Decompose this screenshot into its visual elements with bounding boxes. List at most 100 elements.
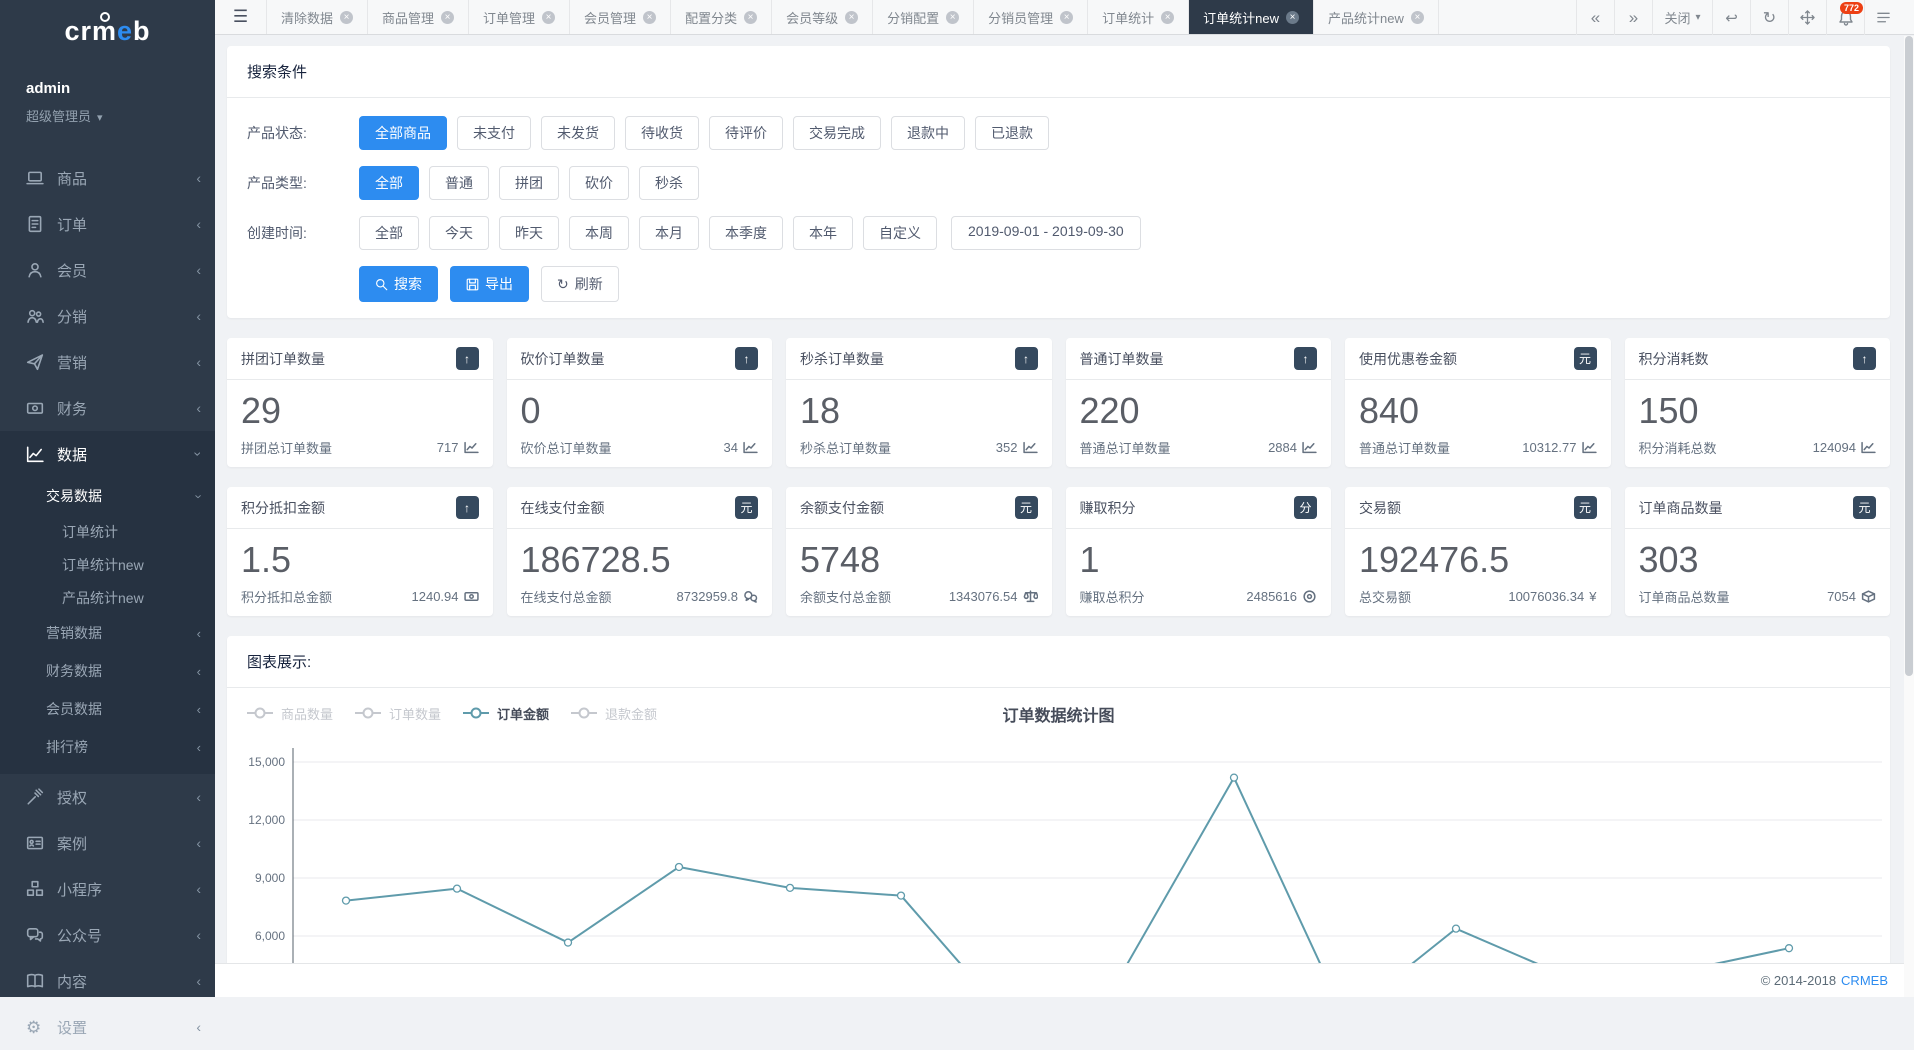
tab-category-config[interactable]: 配置分类	[671, 0, 772, 34]
fullscreen-move-icon[interactable]	[1788, 0, 1826, 35]
tab-order-stats-new[interactable]: 订单统计new	[1189, 0, 1314, 34]
stat-title: 拼团订单数量	[241, 349, 325, 369]
time-option-this-week[interactable]: 本周	[569, 216, 629, 250]
status-option-to-review[interactable]: 待评价	[709, 116, 783, 150]
close-icon[interactable]	[1286, 11, 1299, 24]
tab-order-stats[interactable]: 订单统计	[1088, 0, 1189, 34]
close-icon[interactable]	[340, 11, 353, 24]
status-option-unpaid[interactable]: 未支付	[457, 116, 531, 150]
tab-member-management[interactable]: 会员管理	[570, 0, 671, 34]
sidebar-item-marketing-data[interactable]: 营销数据	[0, 614, 215, 652]
sidebar-item-finance-data[interactable]: 财务数据	[0, 652, 215, 690]
status-option-completed[interactable]: 交易完成	[793, 116, 881, 150]
close-icon[interactable]	[1161, 11, 1174, 24]
notifications-bell[interactable]: 772	[1826, 0, 1864, 35]
tab-distributor-management[interactable]: 分销员管理	[974, 0, 1088, 34]
type-option-groupbuy[interactable]: 拼团	[499, 166, 559, 200]
close-icon[interactable]	[946, 11, 959, 24]
sidebar-item-member-data[interactable]: 会员数据	[0, 690, 215, 728]
tab-label: 产品统计new	[1328, 8, 1404, 27]
tab-label: 订单统计	[1102, 8, 1154, 27]
tab-order-management[interactable]: 订单管理	[469, 0, 570, 34]
sidebar-item-product-stats-new[interactable]: 产品统计new	[0, 581, 215, 614]
status-option-refunded[interactable]: 已退款	[975, 116, 1049, 150]
sidebar-item-label: 分销	[57, 306, 87, 327]
tab-distribution-config[interactable]: 分销配置	[873, 0, 974, 34]
user-role-dropdown[interactable]: 超级管理员	[26, 106, 215, 125]
status-option-unshipped[interactable]: 未发货	[541, 116, 615, 150]
time-option-this-month[interactable]: 本月	[639, 216, 699, 250]
sidebar-item-finance[interactable]: 财务	[0, 385, 215, 431]
sidebar-item-orders[interactable]: 订单	[0, 201, 215, 247]
hamburger-menu-icon[interactable]	[215, 0, 267, 34]
sidebar-item-ranking[interactable]: 排行榜	[0, 728, 215, 766]
logo-text-ring: m	[92, 16, 117, 47]
tab-goods-management[interactable]: 商品管理	[368, 0, 469, 34]
type-option-normal[interactable]: 普通	[429, 166, 489, 200]
user-icon	[26, 261, 44, 279]
sidebar-item-content[interactable]: 内容	[0, 958, 215, 1004]
sidebar-item-order-stats-new[interactable]: 订单统计new	[0, 548, 215, 581]
sidebar-item-members[interactable]: 会员	[0, 247, 215, 293]
refresh-button[interactable]: 刷新	[541, 266, 619, 302]
close-icon[interactable]	[1060, 11, 1073, 24]
stat-footer-label: 订单商品总数量	[1639, 587, 1730, 606]
tab-member-level[interactable]: 会员等级	[772, 0, 873, 34]
scrollbar-thumb[interactable]	[1905, 36, 1913, 676]
book-icon	[26, 972, 44, 990]
stat-value: 192476.5	[1359, 537, 1597, 583]
sidebar-item-authorization[interactable]: 授权	[0, 774, 215, 820]
close-icon[interactable]	[441, 11, 454, 24]
export-button[interactable]: 导出	[450, 266, 529, 302]
close-icon[interactable]	[744, 11, 757, 24]
status-option-all[interactable]: 全部商品	[359, 116, 447, 150]
scroll-tabs-left-icon[interactable]	[1576, 0, 1614, 35]
sidebar-item-miniprogram[interactable]: 小程序	[0, 866, 215, 912]
close-tabs-dropdown[interactable]: 关闭	[1652, 0, 1712, 35]
sidebar-item-settings[interactable]: ⚙ 设置	[0, 1004, 215, 1050]
time-option-custom[interactable]: 自定义	[863, 216, 937, 250]
sidebar-item-trade-data[interactable]: 交易数据	[0, 477, 215, 515]
sidebar-item-marketing[interactable]: 营销	[0, 339, 215, 385]
crmeb-link[interactable]: CRMEB	[1841, 973, 1888, 988]
tab-product-stats-new[interactable]: 产品统计new	[1314, 0, 1439, 34]
stat-footer-value: 352	[996, 440, 1018, 455]
type-option-all[interactable]: 全部	[359, 166, 419, 200]
sidebar-item-cases[interactable]: 案例	[0, 820, 215, 866]
sidebar-item-official-account[interactable]: 公众号	[0, 912, 215, 958]
type-option-bargain[interactable]: 砍价	[569, 166, 629, 200]
close-icon[interactable]	[1411, 11, 1424, 24]
status-option-refunding[interactable]: 退款中	[891, 116, 965, 150]
close-icon[interactable]	[542, 11, 555, 24]
time-option-today[interactable]: 今天	[429, 216, 489, 250]
arrow-up-badge-icon: ↑	[735, 347, 758, 370]
sidebar-item-distribution[interactable]: 分销	[0, 293, 215, 339]
filter-row-product-status: 产品状态: 全部商品 未支付 未发货 待收货 待评价 交易完成 退款中 已退款	[247, 116, 1870, 150]
scroll-tabs-right-icon[interactable]	[1614, 0, 1652, 35]
sidebar-item-label: 交易数据	[46, 486, 102, 506]
close-icon[interactable]	[845, 11, 858, 24]
time-option-all[interactable]: 全部	[359, 216, 419, 250]
tab-clear-data[interactable]: 清除数据	[267, 0, 368, 34]
type-option-seckill[interactable]: 秒杀	[639, 166, 699, 200]
sidebar-item-goods[interactable]: 商品	[0, 155, 215, 201]
stat-title: 订单商品数量	[1639, 498, 1723, 518]
time-option-yesterday[interactable]: 昨天	[499, 216, 559, 250]
refresh-icon[interactable]	[1750, 0, 1788, 35]
sidebar-item-order-stats[interactable]: 订单统计	[0, 515, 215, 548]
sidebar-item-data[interactable]: 数据	[0, 431, 215, 477]
vertical-scrollbar[interactable]	[1904, 36, 1914, 997]
time-option-this-year[interactable]: 本年	[793, 216, 853, 250]
date-range-input[interactable]: 2019-09-01 - 2019-09-30	[951, 216, 1141, 250]
undo-icon[interactable]	[1712, 0, 1750, 35]
logo-text-accent: e	[117, 16, 133, 47]
stat-footer-label: 赚取总积分	[1080, 587, 1145, 606]
search-button[interactable]: 搜索	[359, 266, 438, 302]
status-option-to-receive[interactable]: 待收货	[625, 116, 699, 150]
close-icon[interactable]	[643, 11, 656, 24]
time-option-this-quarter[interactable]: 本季度	[709, 216, 783, 250]
order-stats-line-chart[interactable]: 6,0009,00012,00015,000	[227, 738, 1890, 984]
message-log-icon[interactable]	[1864, 0, 1902, 35]
laptop-icon	[26, 169, 44, 187]
chart-panel-title: 图表展示:	[227, 636, 1890, 688]
